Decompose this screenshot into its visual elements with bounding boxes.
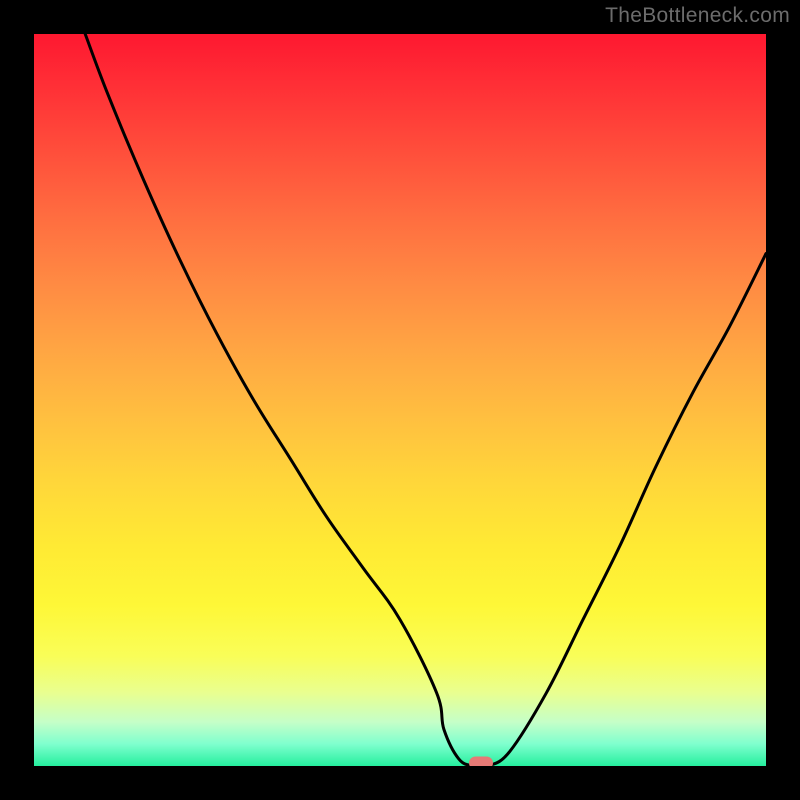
plot-area: [34, 34, 766, 766]
watermark-text: TheBottleneck.com: [605, 4, 790, 28]
minimum-marker: [469, 757, 493, 767]
chart-frame: TheBottleneck.com: [0, 0, 800, 800]
curve-path: [85, 34, 766, 766]
bottleneck-curve: [34, 34, 766, 766]
